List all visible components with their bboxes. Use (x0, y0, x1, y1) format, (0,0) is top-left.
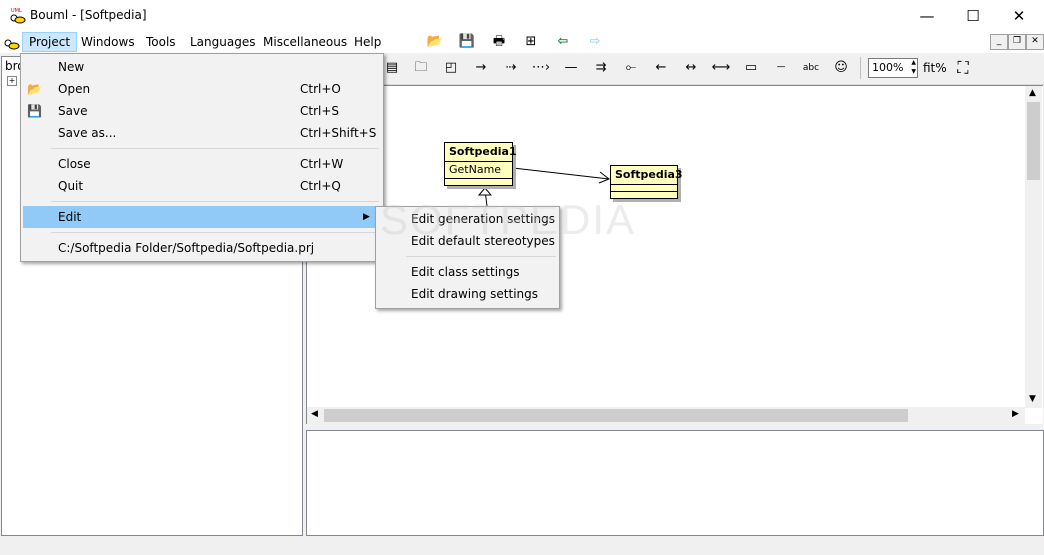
submenu-item-drawing-settings[interactable]: Edit drawing settings (411, 283, 538, 305)
text-tool-icon[interactable]: abc (801, 59, 821, 77)
close-icon[interactable]: ✕ (996, 0, 1042, 31)
menu-item-edit[interactable]: Edit ▶ (23, 206, 381, 228)
menu-project[interactable]: Project (22, 32, 78, 52)
menu-windows[interactable]: Windows (75, 33, 141, 51)
save-icon: 💾 (27, 104, 42, 118)
back-arrow-icon[interactable]: ⇦ (553, 33, 573, 51)
scroll-down-icon[interactable]: ▼ (1029, 394, 1036, 404)
class-softpedia1[interactable]: Softpedia1 GetName (444, 142, 517, 186)
menu-help[interactable]: Help (348, 33, 387, 51)
double-arrow-tool-icon[interactable]: ⟷ (711, 59, 731, 77)
vertical-scroll-thumb[interactable] (1027, 102, 1040, 180)
status-bar (0, 536, 1044, 555)
menu-separator (51, 148, 379, 149)
scroll-up-icon[interactable]: ▲ (1029, 88, 1036, 98)
package-tool-icon[interactable]: 🗀 (411, 59, 431, 77)
menu-item-open[interactable]: 📂 Open Ctrl+O (23, 78, 381, 100)
mdi-restore-icon[interactable]: ❐ (1008, 34, 1026, 50)
mdi-minimize-icon[interactable]: _ (990, 34, 1008, 50)
scroll-left-icon[interactable]: ◀ (311, 409, 318, 419)
menu-separator (406, 256, 556, 257)
horizontal-scroll-thumb[interactable] (324, 409, 908, 422)
horizontal-scrollbar[interactable]: ◀ ▶ (307, 407, 1025, 424)
minimize-icon[interactable]: — (904, 0, 950, 31)
scroll-right-icon[interactable]: ▶ (1012, 409, 1019, 419)
association-tool-icon[interactable]: → (471, 59, 491, 77)
menu-item-recent-project[interactable]: C:/Softpedia Folder/Softpedia/Softpedia.… (23, 237, 381, 259)
image-tool-icon[interactable]: ☺ (831, 59, 851, 77)
save-icon[interactable]: 💾 (457, 33, 477, 51)
zoom-value: 100% (872, 61, 904, 74)
menu-separator (51, 232, 379, 233)
toolbar-separator (860, 57, 861, 79)
fragment-tool-icon[interactable]: ◰ (441, 59, 461, 77)
submenu-item-class-settings[interactable]: Edit class settings (411, 261, 520, 283)
class-operation: GetName (445, 162, 512, 179)
relations-tool-icon[interactable]: ⇉ (591, 59, 611, 77)
folder-open-icon: 📂 (27, 82, 42, 96)
window-title: Bouml - [Softpedia] (30, 8, 147, 22)
bidirectional-tool-icon[interactable]: ↔ (681, 59, 701, 77)
svg-text:UML: UML (11, 8, 22, 14)
realization-tool-icon[interactable]: ⋯› (531, 59, 551, 77)
vertical-scrollbar[interactable]: ▲ ▼ (1025, 86, 1042, 408)
composition-tool-icon[interactable]: ⟜ (621, 59, 641, 77)
class-softpedia3[interactable]: Softpedia3 (610, 165, 683, 199)
title-bar: UML Bouml - [Softpedia] — ☐ ✕ (0, 0, 1044, 31)
menu-languages[interactable]: Languages (184, 33, 261, 51)
zoom-spinbox[interactable]: 100% ▲ ▼ (868, 58, 918, 78)
left-arrow-tool-icon[interactable]: ← (651, 59, 671, 77)
submenu-arrow-icon: ▶ (363, 212, 370, 222)
tree-expand-icon[interactable]: + (7, 76, 17, 86)
menu-item-save[interactable]: 💾 Save Ctrl+S (23, 100, 381, 122)
print-icon[interactable]: 🖶 (489, 33, 509, 51)
document-icon (2, 33, 20, 51)
zoom-up-icon[interactable]: ▲ (911, 59, 916, 66)
open-folder-icon[interactable]: 📂 (425, 33, 445, 51)
fit-button[interactable]: fit% (923, 61, 947, 75)
menu-item-quit[interactable]: Quit Ctrl+Q (23, 175, 381, 197)
anchor-tool-icon[interactable]: ┈ (771, 59, 791, 77)
forward-arrow-icon[interactable]: ⇨ (585, 33, 605, 51)
menu-item-close[interactable]: Close Ctrl+W (23, 153, 381, 175)
mdi-close-icon[interactable]: ✕ (1026, 34, 1044, 50)
project-menu: New 📂 Open Ctrl+O 💾 Save Ctrl+S Save as.… (20, 53, 384, 262)
comment-pane[interactable] (306, 430, 1044, 536)
menu-miscellaneous[interactable]: Miscellaneous (257, 33, 353, 51)
class-name: Softpedia3 (611, 166, 683, 185)
bouml-app-icon: UML (8, 6, 26, 24)
dependency-tool-icon[interactable]: ⇢ (501, 59, 521, 77)
fit-window-icon[interactable]: ⛶ (953, 59, 973, 77)
menu-bar: Project Windows Tools Languages Miscella… (0, 31, 1044, 53)
watermark: SOFTPEDIA (380, 196, 637, 243)
menu-item-save-as[interactable]: Save as... Ctrl+Shift+S (23, 122, 381, 144)
menu-tools[interactable]: Tools (140, 33, 182, 51)
zoom-down-icon[interactable]: ▼ (911, 68, 916, 75)
browse-icon[interactable]: ⊞ (521, 33, 541, 51)
menu-item-new[interactable]: New (23, 56, 381, 78)
maximize-icon[interactable]: ☐ (950, 0, 996, 31)
class-name: Softpedia1 (445, 143, 517, 162)
line-tool-icon[interactable]: — (561, 59, 581, 77)
menu-separator (51, 201, 379, 202)
note-tool-icon[interactable]: ▭ (741, 59, 761, 77)
class-tool-icon[interactable]: ▤ (382, 59, 402, 77)
